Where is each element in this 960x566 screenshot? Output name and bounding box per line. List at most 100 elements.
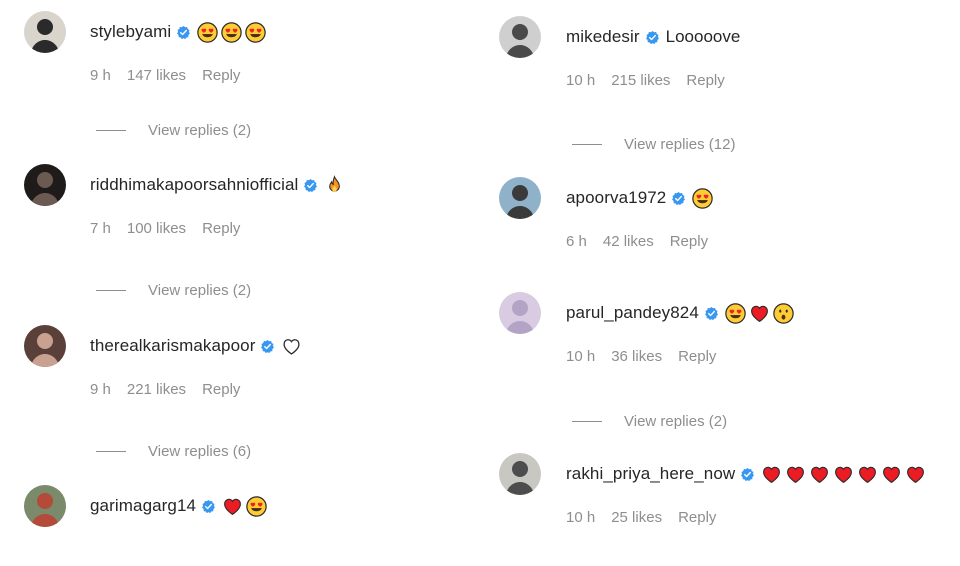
verified-badge-icon — [176, 25, 191, 40]
red-heart-emoji-icon — [809, 464, 830, 485]
comment-time: 7 h — [90, 219, 111, 237]
comment-header: mikedesir Looooove — [566, 24, 740, 50]
comment-meta: 10 h 36 likes Reply — [566, 347, 732, 365]
comment-likes[interactable]: 36 likes — [611, 348, 662, 365]
avatar[interactable] — [499, 453, 541, 495]
username[interactable]: therealkarismakapoor — [90, 336, 255, 356]
reply-button[interactable]: Reply — [678, 348, 716, 365]
view-replies-button[interactable]: View replies (6) — [96, 442, 251, 460]
username[interactable]: stylebyami — [90, 22, 171, 42]
heart-eyes-emoji-icon — [246, 495, 267, 517]
username[interactable]: riddhimakapoorsahniofficial — [90, 175, 298, 195]
comment-item: stylebyami 9 h 147 likes Reply — [0, 11, 470, 92]
view-replies-label: View replies (2) — [624, 412, 728, 430]
view-replies-button[interactable]: View replies (2) — [572, 412, 727, 430]
verified-badge-icon — [645, 30, 660, 45]
comment-likes[interactable]: 215 likes — [611, 72, 670, 89]
avatar[interactable] — [24, 11, 66, 53]
comment-emojis — [281, 336, 302, 357]
comment-item: mikedesir Looooove 10 h 215 likes Reply — [476, 16, 946, 97]
replies-divider-line — [572, 143, 602, 145]
comment-time: 6 h — [566, 232, 587, 250]
surprised-emoji-icon — [773, 302, 794, 324]
verified-badge-icon — [260, 339, 275, 354]
comment-likes[interactable]: 42 likes — [603, 233, 654, 250]
comment-meta: 9 h 147 likes Reply — [90, 66, 256, 84]
red-heart-emoji-icon — [222, 496, 243, 517]
red-heart-emoji-icon — [761, 464, 782, 485]
reply-button[interactable]: Reply — [670, 233, 708, 250]
red-heart-emoji-icon — [857, 464, 878, 485]
replies-divider-line — [572, 420, 602, 422]
view-replies-button[interactable]: View replies (2) — [96, 121, 251, 139]
comment-header: rakhi_priya_here_now — [566, 461, 926, 487]
comments-column-right: mikedesir Looooove 10 h 215 likes Reply … — [476, 0, 956, 540]
view-replies-label: View replies (6) — [148, 442, 252, 460]
comment-likes[interactable]: 147 likes — [127, 67, 186, 84]
reply-button[interactable]: Reply — [678, 509, 716, 526]
reply-button[interactable]: Reply — [202, 381, 240, 398]
comment-header: apoorva1972 — [566, 185, 714, 211]
username[interactable]: garimagarg14 — [90, 496, 196, 516]
comment-meta: 10 h 25 likes Reply — [566, 508, 732, 526]
comment-item: therealkarismakapoor 9 h 221 likes Reply — [0, 325, 470, 406]
red-heart-emoji-icon — [833, 464, 854, 485]
red-heart-emoji-icon — [905, 464, 926, 485]
comment-item: rakhi_priya_here_now 10 h 25 likes Reply — [476, 453, 946, 534]
heart-eyes-emoji-icon — [245, 21, 267, 43]
comment-header: stylebyami — [90, 19, 267, 45]
verified-badge-icon — [671, 191, 686, 206]
avatar[interactable] — [24, 485, 66, 527]
comment-meta: 6 h 42 likes Reply — [566, 232, 724, 250]
comment-likes[interactable]: 100 likes — [127, 220, 186, 237]
comment-meta: 7 h 100 likes Reply — [90, 219, 256, 237]
comment-text: Looooove — [665, 27, 741, 46]
comment-meta: 10 h 215 likes Reply — [566, 71, 741, 89]
heart-eyes-emoji-icon — [221, 21, 243, 43]
heart-eyes-emoji-icon — [725, 302, 746, 324]
red-heart-emoji-icon — [785, 464, 806, 485]
comment-emojis — [761, 464, 926, 485]
reply-button[interactable]: Reply — [202, 220, 240, 237]
comment-item: riddhimakapoorsahniofficial 7 h 100 like… — [0, 164, 470, 245]
red-heart-emoji-icon — [749, 303, 770, 324]
username[interactable]: parul_pandey824 — [566, 303, 699, 323]
comment-time: 10 h — [566, 71, 596, 89]
comment-emojis — [725, 302, 794, 324]
fire-emoji-icon — [324, 174, 345, 196]
view-replies-label: View replies (2) — [148, 281, 252, 299]
view-replies-button[interactable]: View replies (2) — [96, 281, 251, 299]
comment-item: parul_pandey824 10 h 36 likes Reply — [476, 292, 946, 373]
avatar[interactable] — [499, 16, 541, 58]
comment-item: apoorva1972 6 h 42 likes Reply — [476, 177, 946, 258]
comment-item: garimagarg14 — [0, 485, 470, 566]
comment-emojis — [222, 495, 267, 517]
comment-emojis — [197, 21, 267, 43]
verified-badge-icon — [303, 178, 318, 193]
username[interactable]: apoorva1972 — [566, 188, 666, 208]
comment-likes[interactable]: 221 likes — [127, 381, 186, 398]
comment-header: garimagarg14 — [90, 493, 267, 519]
comment-likes[interactable]: 25 likes — [611, 509, 662, 526]
verified-badge-icon — [740, 467, 755, 482]
reply-button[interactable]: Reply — [202, 67, 240, 84]
verified-badge-icon — [201, 499, 216, 514]
replies-divider-line — [96, 289, 126, 291]
reply-button[interactable]: Reply — [686, 72, 724, 89]
view-replies-label: View replies (2) — [148, 121, 252, 139]
heart-eyes-emoji-icon — [692, 187, 714, 209]
comment-meta: 9 h 221 likes Reply — [90, 380, 256, 398]
username[interactable]: mikedesir — [566, 27, 640, 47]
view-replies-label: View replies (12) — [624, 135, 736, 153]
comment-header: parul_pandey824 — [566, 300, 794, 326]
avatar[interactable] — [24, 164, 66, 206]
view-replies-button[interactable]: View replies (12) — [572, 135, 735, 153]
avatar[interactable] — [24, 325, 66, 367]
red-heart-emoji-icon — [881, 464, 902, 485]
replies-divider-line — [96, 450, 126, 452]
avatar[interactable] — [499, 292, 541, 334]
white-heart-emoji-icon — [281, 336, 302, 357]
username[interactable]: rakhi_priya_here_now — [566, 464, 735, 484]
avatar[interactable] — [499, 177, 541, 219]
comment-time: 10 h — [566, 508, 596, 526]
